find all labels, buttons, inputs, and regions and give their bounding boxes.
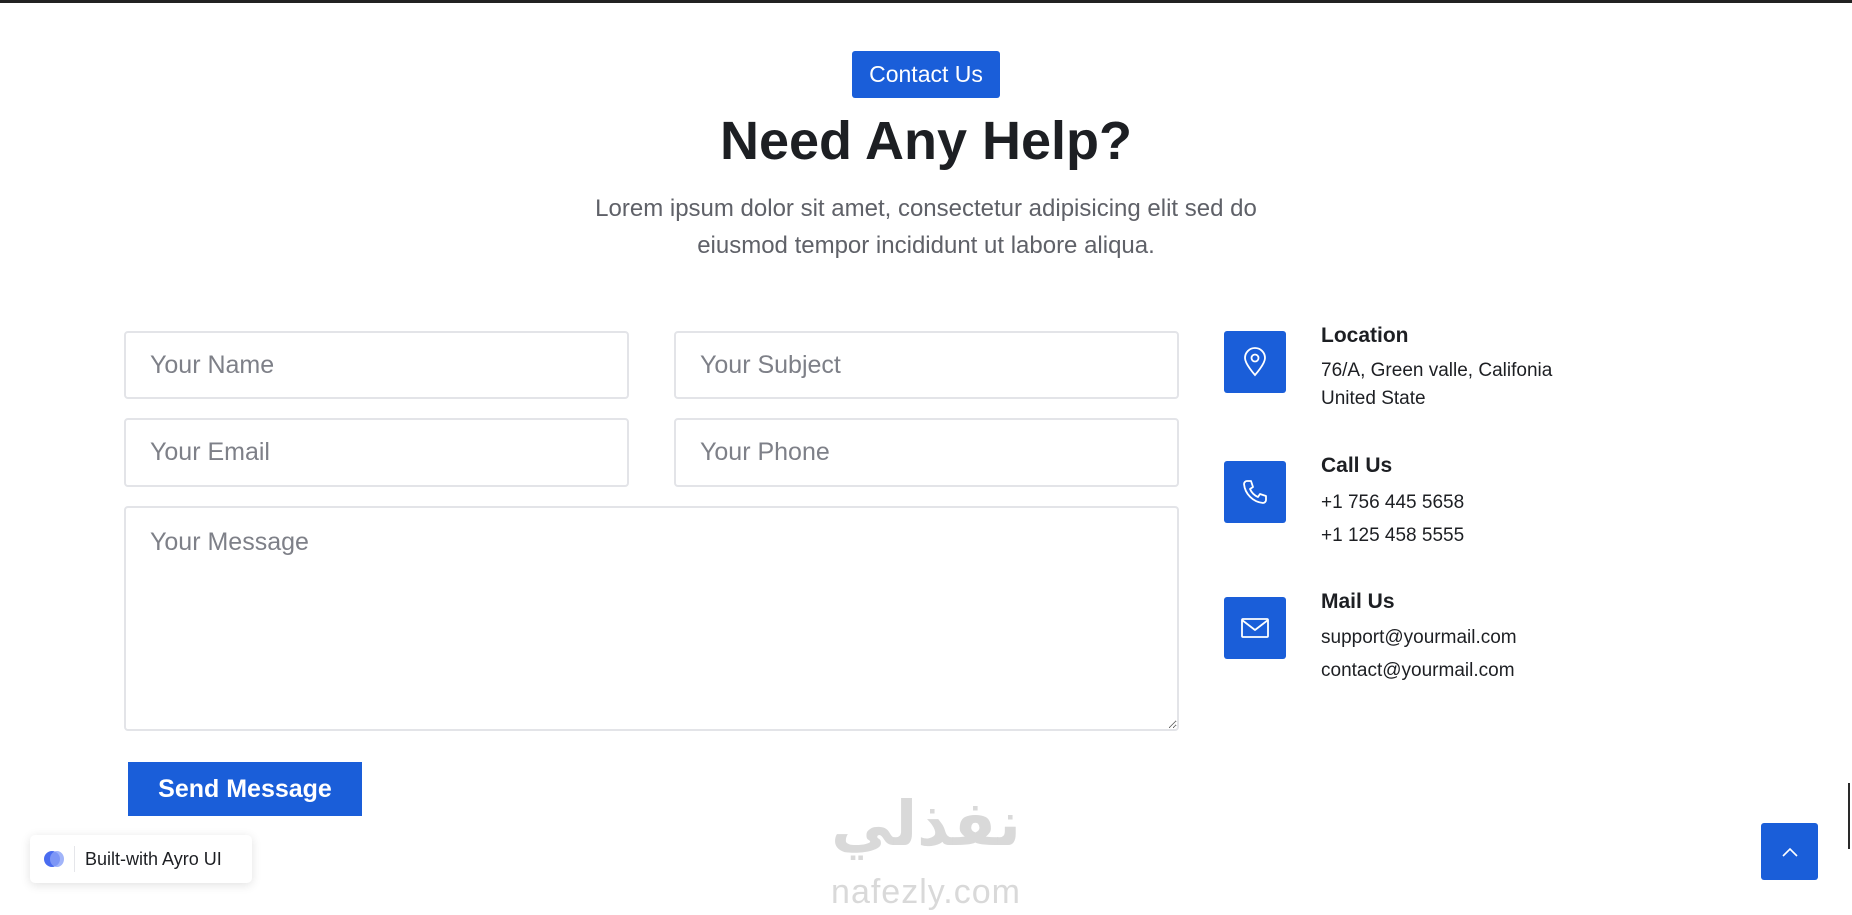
section-badge: Contact Us [852,51,1000,98]
section-title: Need Any Help? [719,111,1133,171]
email-address-2[interactable]: contact@yourmail.com [1321,660,1515,682]
location-line-2: United State [1321,388,1426,409]
location-line-1: 76/A, Green valle, Califonia [1321,360,1553,381]
email-address-1[interactable]: support@yourmail.com [1321,627,1517,649]
location-title: Location [1321,324,1409,347]
watermark-text: nafezly.com [831,873,1021,911]
built-with-badge[interactable]: Built-with Ayro UI [30,835,252,883]
ayro-logo-icon [44,849,64,869]
built-with-label: Built-with Ayro UI [85,848,222,869]
email-input[interactable] [124,418,629,487]
top-border [0,0,1852,3]
send-message-button[interactable]: Send Message [128,762,362,816]
phone-number-1[interactable]: +1 756 445 5658 [1321,492,1464,514]
chevron-up-icon [1781,847,1798,857]
mail-title: Mail Us [1321,590,1395,613]
scrollbar-thumb[interactable] [1848,783,1850,849]
phone-input[interactable] [674,418,1179,487]
subject-input[interactable] [674,331,1179,399]
name-input[interactable] [124,331,629,399]
badge-divider [74,846,75,872]
phone-number-2[interactable]: +1 125 458 5555 [1321,525,1464,547]
message-textarea[interactable] [124,506,1179,731]
section-subtitle: Lorem ipsum dolor sit amet, consectetur … [595,195,1257,259]
watermark-logo: نفذلي [831,790,1021,859]
mail-icon [1224,597,1286,659]
map-pin-icon [1224,331,1286,393]
scroll-to-top-button[interactable] [1761,823,1818,880]
call-title: Call Us [1321,454,1393,477]
phone-icon [1224,461,1286,523]
